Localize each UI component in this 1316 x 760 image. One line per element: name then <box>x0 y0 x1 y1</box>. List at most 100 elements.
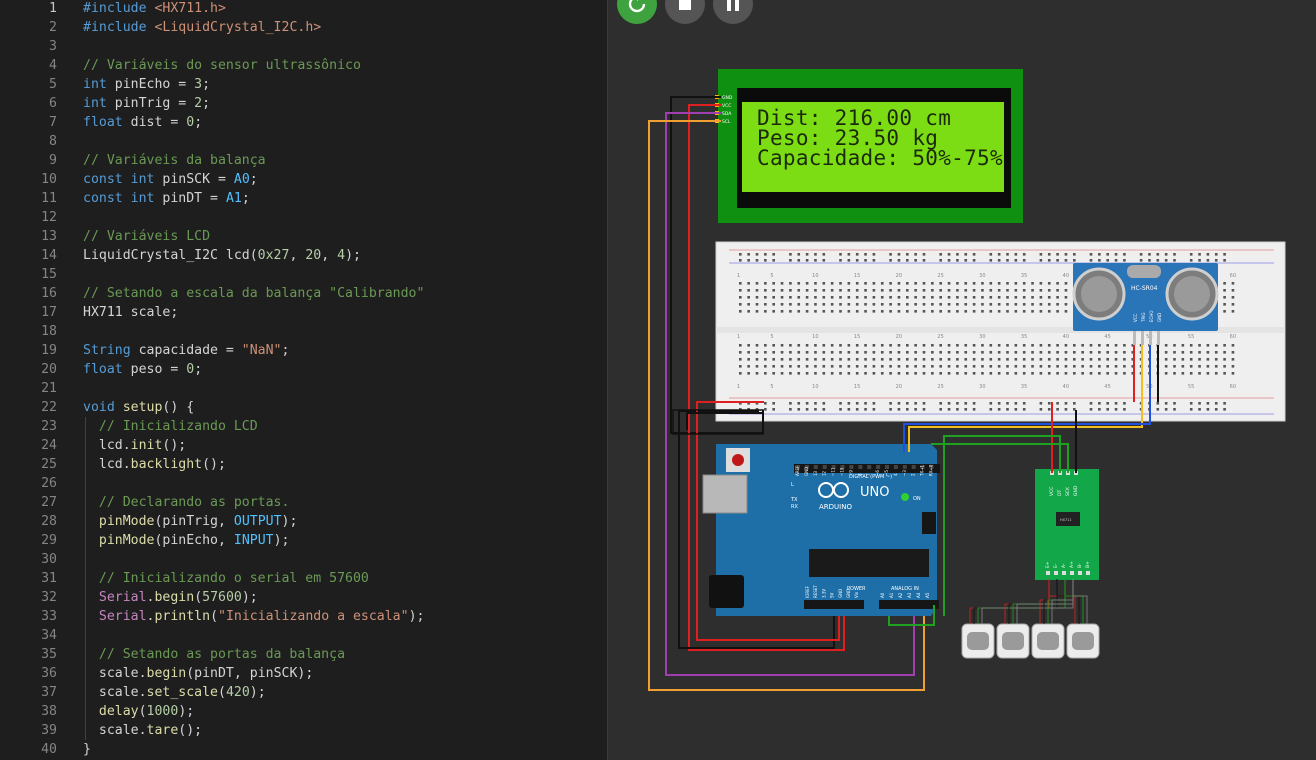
code-line[interactable]: 38 delay(1000); <box>0 702 607 721</box>
code-line[interactable]: 22 void setup() { <box>0 398 607 417</box>
code-line[interactable]: 13 // Variáveis LCD <box>0 227 607 246</box>
code-line[interactable]: 26 <box>0 474 607 493</box>
code-line[interactable]: 36 scale.begin(pinDT, pinSCK); <box>0 664 607 683</box>
code-line[interactable]: 11 const int pinDT = A1; <box>0 189 607 208</box>
arduino-pin-header[interactable] <box>911 465 916 469</box>
code-line[interactable]: 9 // Variáveis da balança <box>0 151 607 170</box>
code-token: (pinEcho, <box>154 533 234 548</box>
code-line[interactable]: 19 String capacidade = "NaN"; <box>0 341 607 360</box>
breadboard-hole <box>906 296 909 299</box>
code-text: // Variáveis LCD <box>83 227 210 246</box>
code-line[interactable]: 17 HX711 scale; <box>0 303 607 322</box>
code-line[interactable]: 5 int pinEcho = 3; <box>0 75 607 94</box>
code-text: // Variáveis do sensor ultrassônico <box>83 56 361 75</box>
code-line[interactable]: 7 float dist = 0; <box>0 113 607 132</box>
code-line[interactable]: 32 Serial.begin(57600); <box>0 588 607 607</box>
breadboard-hole <box>1214 402 1218 405</box>
breadboard-hole <box>739 372 742 375</box>
hx711-pin[interactable] <box>1086 571 1090 575</box>
code-token: dist = <box>122 115 187 130</box>
breadboard-hole <box>1081 358 1084 361</box>
breadboard-hole <box>1031 303 1034 306</box>
arduino-pin-header[interactable] <box>902 465 907 469</box>
code-line[interactable]: 6 int pinTrig = 2; <box>0 94 607 113</box>
code-token: 1000 <box>146 704 179 719</box>
hx711-pin[interactable] <box>1078 571 1082 575</box>
code-line[interactable]: 24 lcd.init(); <box>0 436 607 455</box>
breadboard-hole <box>780 296 784 299</box>
breadboard-hole <box>1223 259 1226 262</box>
code-line[interactable]: 4 // Variáveis do sensor ultrassônico <box>0 56 607 75</box>
code-line[interactable]: 33 Serial.println("Inicializando a escal… <box>0 607 607 626</box>
load-cells[interactable] <box>961 579 1100 659</box>
breadboard-hole <box>997 259 1001 262</box>
arduino-pin-header[interactable] <box>858 465 863 469</box>
breadboard-hole <box>1031 372 1034 375</box>
breadboard-hole <box>789 282 792 285</box>
code-line[interactable]: 8 <box>0 132 607 151</box>
breadboard-hole <box>1014 253 1018 256</box>
arduino-pin-header[interactable] <box>885 465 889 469</box>
breadboard-hole <box>1098 408 1101 411</box>
code-line[interactable]: 28 pinMode(pinTrig, OUTPUT); <box>0 512 607 531</box>
code-line[interactable]: 35 // Setando as portas da balança <box>0 645 607 664</box>
breadboard-column-label: 20 <box>896 384 902 390</box>
code-line[interactable]: 39 scale.tare(); <box>0 721 607 740</box>
arduino-power-pin-label: RESET <box>813 585 818 598</box>
arduino-pin-header[interactable] <box>876 465 881 469</box>
code-line[interactable]: 18 <box>0 322 607 341</box>
code-line[interactable]: 40} <box>0 740 607 759</box>
code-line[interactable]: 34 <box>0 626 607 645</box>
code-line[interactable]: 10 const int pinSCK = A0; <box>0 170 607 189</box>
arduino-pin-header[interactable] <box>893 465 898 469</box>
code-line[interactable]: 16 // Setando a escala da balança "Calibr… <box>0 284 607 303</box>
breadboard-hole <box>889 358 892 361</box>
code-line[interactable]: 25 lcd.backlight(); <box>0 455 607 474</box>
hx711-pin[interactable] <box>1062 571 1066 575</box>
code-line[interactable]: 37 scale.set_scale(420); <box>0 683 607 702</box>
hx711-module[interactable]: HX711 VCC DT SCK GND E+ E- A- A+ B- B+ <box>1035 469 1099 580</box>
code-line[interactable]: 1 #include <HX711.h> <box>0 0 607 18</box>
breadboard-hole <box>1231 296 1235 299</box>
code-line[interactable]: 30 <box>0 550 607 569</box>
breadboard-hole <box>1039 408 1043 411</box>
arduino-pin-header[interactable] <box>849 465 854 469</box>
breadboard-hole <box>1164 408 1168 411</box>
code-line[interactable]: 3 <box>0 37 607 56</box>
lcd-display[interactable]: Dist: 216.00 cm Peso: 23.50 kg Capacidad… <box>715 69 1023 223</box>
code-line[interactable]: 31 // Inicializando o serial em 57600 <box>0 569 607 588</box>
code-line[interactable]: 21 <box>0 379 607 398</box>
arduino-pin-header[interactable] <box>813 465 818 469</box>
hx711-pin[interactable] <box>1054 571 1058 575</box>
code-line[interactable]: 29 pinMode(pinEcho, INPUT); <box>0 531 607 550</box>
code-line[interactable]: 23 // Inicializando LCD <box>0 417 607 436</box>
code-line[interactable]: 15 <box>0 265 607 284</box>
code-text: lcd.backlight(); <box>83 455 226 474</box>
code-token: ); <box>273 533 290 548</box>
breadboard-hole <box>830 282 834 285</box>
code-editor[interactable]: 1 #include <HX711.h> 2 #include <LiquidCrys… <box>0 0 608 760</box>
breadboard-hole <box>897 351 901 354</box>
breadboard-hole <box>981 296 984 299</box>
code-line[interactable]: 27 // Declarando as portas. <box>0 493 607 512</box>
hx711-pin[interactable] <box>1046 571 1050 575</box>
hx711-pin[interactable] <box>1070 571 1074 575</box>
breadboard-hole <box>747 289 750 292</box>
code-text: int pinEcho = 3; <box>83 75 210 94</box>
code-line[interactable]: 20 float peso = 0; <box>0 360 607 379</box>
breadboard-hole <box>1114 358 1118 361</box>
arduino-pin-header[interactable] <box>822 465 827 469</box>
code-text: void setup() { <box>83 398 194 417</box>
code-line[interactable]: 14 LiquidCrystal_I2C lcd(0x27, 20, 4); <box>0 246 607 265</box>
breadboard-hole <box>1223 365 1226 368</box>
arduino-pin-header[interactable] <box>867 465 872 469</box>
code-text: // Setando as portas da balança <box>83 645 345 664</box>
hx711-top-pin-label: GND <box>1073 485 1079 496</box>
code-line[interactable]: 12 <box>0 208 607 227</box>
breadboard-hole <box>972 358 976 361</box>
breadboard-hole <box>1006 358 1009 361</box>
breadboard-hole <box>805 402 809 405</box>
arduino-uno[interactable]: UNO ARDUINO ON TX RX L DIGITAL (PWM ~) P… <box>702 444 940 616</box>
code-line[interactable]: 2 #include <LiquidCrystal_I2C.h> <box>0 18 607 37</box>
breadboard-hole <box>747 344 750 347</box>
